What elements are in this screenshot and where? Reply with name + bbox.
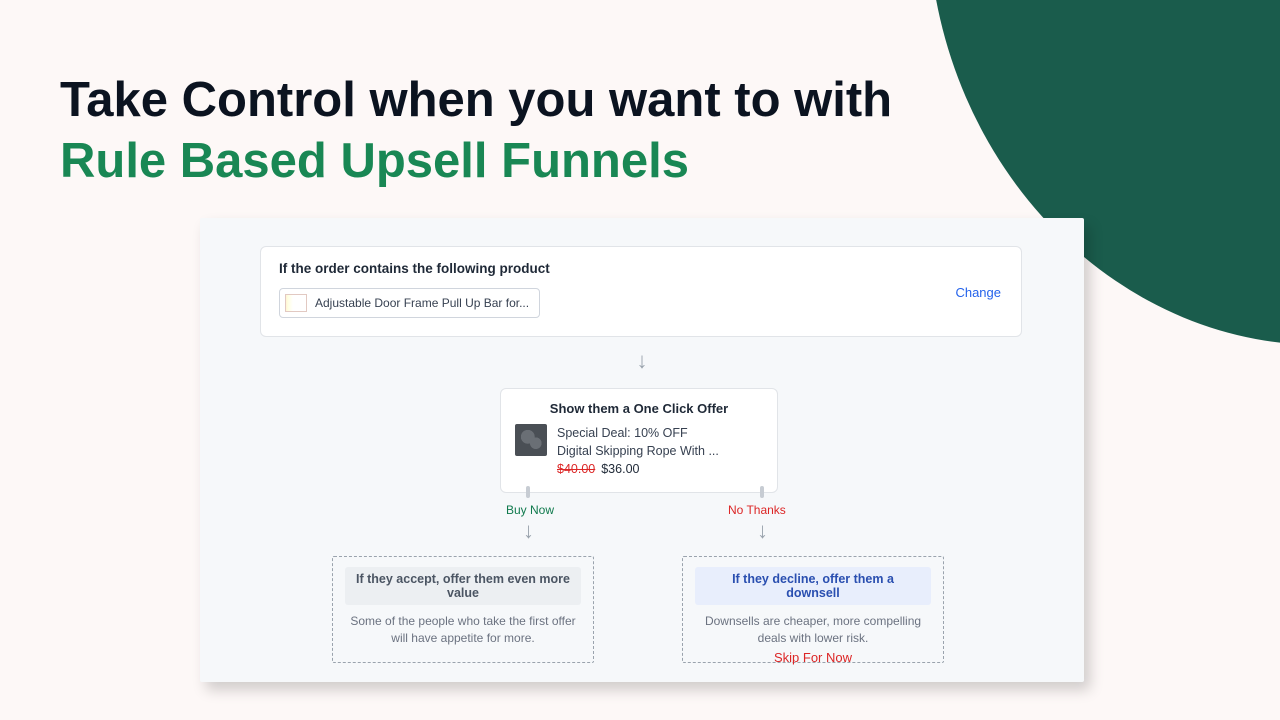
outcome-decline-card[interactable]: If they decline, offer them a downsell D… xyxy=(682,556,944,663)
product-thumbnail-icon xyxy=(285,294,307,312)
outcome-accept-desc: Some of the people who take the first of… xyxy=(345,613,581,648)
connector-stub-icon xyxy=(760,486,764,498)
trigger-product-chip[interactable]: Adjustable Door Frame Pull Up Bar for... xyxy=(279,288,540,318)
offer-price-new: $36.00 xyxy=(601,462,639,476)
outcome-accept-headline: If they accept, offer them even more val… xyxy=(345,567,581,605)
connector-stub-icon xyxy=(526,486,530,498)
trigger-product-label: Adjustable Door Frame Pull Up Bar for... xyxy=(315,296,529,310)
arrow-down-icon: ↓ xyxy=(757,518,768,544)
outcome-accept-card[interactable]: If they accept, offer them even more val… xyxy=(332,556,594,663)
offer-card-title: Show them a One Click Offer xyxy=(515,401,763,416)
offer-price-old: $40.00 xyxy=(557,462,595,476)
page-headline: Take Control when you want to with Rule … xyxy=(60,70,892,193)
branch-decline-label: No Thanks xyxy=(728,503,786,517)
outcome-decline-headline: If they decline, offer them a downsell xyxy=(695,567,931,605)
trigger-rule-title: If the order contains the following prod… xyxy=(279,261,1003,276)
outcome-decline-desc: Downsells are cheaper, more compelling d… xyxy=(695,613,931,648)
headline-accent: Rule Based Upsell Funnels xyxy=(60,134,689,188)
offer-price: $40.00 $36.00 xyxy=(557,460,719,478)
offer-details: Special Deal: 10% OFF Digital Skipping R… xyxy=(557,424,719,478)
branch-accept-label: Buy Now xyxy=(506,503,554,517)
offer-product-thumbnail-icon xyxy=(515,424,547,456)
arrow-down-icon: ↓ xyxy=(637,350,648,372)
offer-product-line: Digital Skipping Rope With ... xyxy=(557,442,719,460)
trigger-rule-card: If the order contains the following prod… xyxy=(260,246,1022,337)
funnel-panel: If the order contains the following prod… xyxy=(200,218,1084,682)
offer-card: Show them a One Click Offer Special Deal… xyxy=(500,388,778,493)
arrow-down-icon: ↓ xyxy=(523,518,534,544)
change-product-link[interactable]: Change xyxy=(955,285,1001,300)
headline-line1: Take Control when you want to with xyxy=(60,73,892,127)
offer-deal-line: Special Deal: 10% OFF xyxy=(557,424,719,442)
skip-for-now-link[interactable]: Skip For Now xyxy=(682,650,944,665)
